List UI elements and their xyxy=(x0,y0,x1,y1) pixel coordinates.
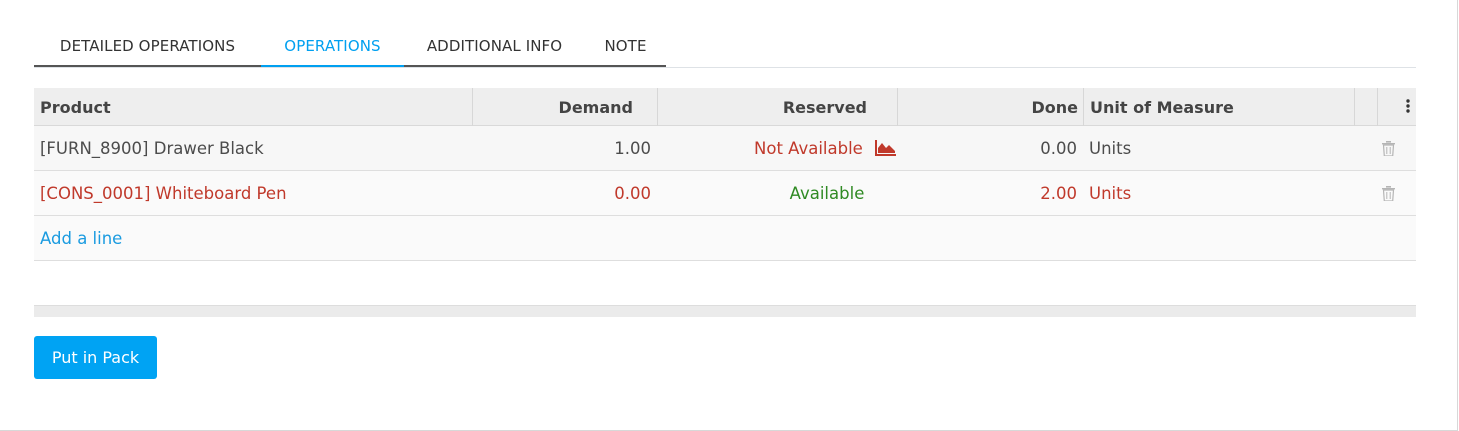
trash-icon[interactable] xyxy=(1380,171,1396,215)
tab-note[interactable]: NOTE xyxy=(585,24,666,68)
cell-product[interactable]: [CONS_0001] Whiteboard Pen xyxy=(40,171,460,215)
table-row[interactable]: [FURN_8900] Drawer Black 1.00 Not Availa… xyxy=(34,126,1416,171)
optional-columns-toggle[interactable] xyxy=(1406,88,1410,126)
column-divider xyxy=(472,88,473,126)
cell-done[interactable]: 2.00 xyxy=(899,171,1077,215)
put-in-pack-button[interactable]: Put in Pack xyxy=(34,336,157,379)
cell-done[interactable]: 0.00 xyxy=(899,126,1077,170)
table-footer-bar xyxy=(34,305,1416,317)
tab-detailed-operations[interactable]: DETAILED OPERATIONS xyxy=(34,24,261,68)
form-sheet: DETAILED OPERATIONS OPERATIONS ADDITIONA… xyxy=(0,0,1458,431)
column-divider xyxy=(1354,88,1355,126)
column-divider xyxy=(1377,88,1378,126)
header-product[interactable]: Product xyxy=(40,88,460,126)
operations-table: Product Demand Reserved Done Unit of Mea… xyxy=(34,88,1416,261)
reserved-status: Not Available xyxy=(754,138,863,158)
column-divider xyxy=(657,88,658,126)
area-chart-icon[interactable] xyxy=(874,140,896,156)
header-unit-of-measure[interactable]: Unit of Measure xyxy=(1090,88,1350,126)
header-reserved[interactable]: Reserved xyxy=(659,88,867,126)
active-tab-indicator xyxy=(261,65,404,67)
cell-unit-of-measure[interactable]: Units xyxy=(1089,126,1349,170)
notebook-tabs: DETAILED OPERATIONS OPERATIONS ADDITIONA… xyxy=(34,24,1416,68)
table-header: Product Demand Reserved Done Unit of Mea… xyxy=(34,88,1416,126)
vertical-ellipsis-icon xyxy=(1406,98,1410,117)
add-line-row: Add a line xyxy=(34,216,1416,261)
cell-product[interactable]: [FURN_8900] Drawer Black xyxy=(40,126,460,170)
column-divider xyxy=(1083,88,1084,126)
tab-additional-info[interactable]: ADDITIONAL INFO xyxy=(404,24,585,68)
trash-icon[interactable] xyxy=(1380,126,1396,170)
header-done[interactable]: Done xyxy=(899,88,1078,126)
table-row[interactable]: [CONS_0001] Whiteboard Pen 0.00 Availabl… xyxy=(34,171,1416,216)
cell-reserved: Available xyxy=(789,183,865,203)
cell-demand[interactable]: 0.00 xyxy=(474,171,651,215)
column-divider xyxy=(897,88,898,126)
cell-unit-of-measure[interactable]: Units xyxy=(1089,171,1349,215)
header-demand[interactable]: Demand xyxy=(474,88,633,126)
tab-operations[interactable]: OPERATIONS xyxy=(261,24,404,68)
add-a-line-link[interactable]: Add a line xyxy=(40,216,240,260)
cell-demand[interactable]: 1.00 xyxy=(474,126,651,170)
